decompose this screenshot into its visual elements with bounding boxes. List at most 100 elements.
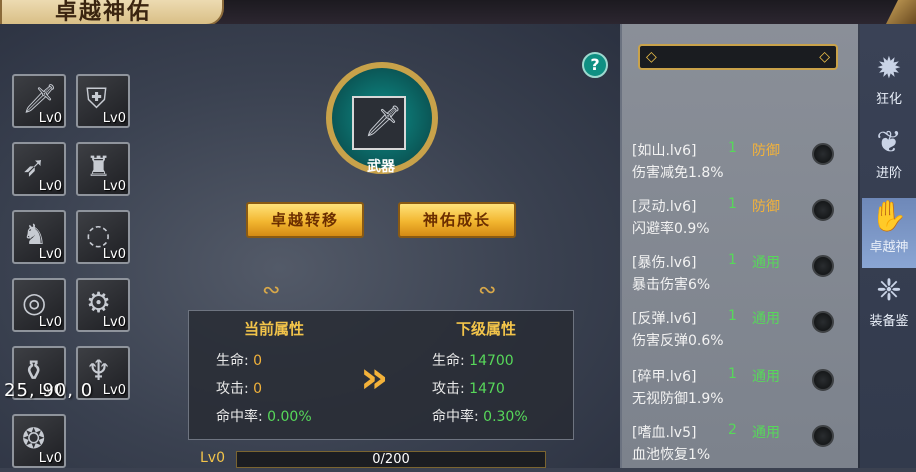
gem-slot-icon[interactable]	[812, 199, 834, 221]
current-attributes-title: 当前属性	[244, 320, 305, 338]
crest-icon: ❈	[876, 273, 902, 308]
swirl-icon: ∾	[478, 278, 497, 303]
equip-slot-armor[interactable]: ⛨ Lv0	[76, 74, 130, 128]
gem-slot-icon[interactable]	[812, 425, 834, 447]
item-count: 1	[728, 140, 737, 156]
attr-label: 生命:	[432, 353, 465, 369]
slot-level: Lv0	[102, 111, 126, 126]
item-tag: 通用	[752, 255, 780, 271]
item-tag: 通用	[752, 425, 780, 441]
page-title: 卓越神佑	[55, 0, 152, 25]
equip-slot-amulet[interactable]: ❂ Lv0	[12, 414, 66, 468]
slot-level: Lv0	[102, 247, 126, 262]
level-label: Lv0	[200, 450, 225, 466]
item-count: 1	[728, 252, 737, 268]
side-tab[interactable]: ❈ 装备鉴	[862, 272, 916, 342]
hand-icon: ✋	[870, 199, 908, 234]
next-attributes-title: 下级属性	[456, 320, 517, 338]
item-name: [暴伤.lv6]	[632, 255, 697, 271]
side-tab-label: 卓越神	[869, 240, 909, 255]
attr-row-next: 生命: 14700	[432, 350, 514, 370]
item-desc: 伤害减免1.8%	[632, 165, 724, 181]
growth-button[interactable]: 神佑成长	[398, 202, 516, 238]
attr-label: 攻击:	[432, 381, 465, 397]
side-tab[interactable]: ✹ 狂化	[862, 50, 916, 120]
attr-label: 攻击:	[216, 381, 249, 397]
emblem-label: 武器	[367, 159, 395, 175]
item-tag: 通用	[752, 369, 780, 385]
slot-level: Lv0	[102, 315, 126, 330]
list-item[interactable]: [暴伤.lv6] 1 通用暴击伤害6%	[632, 252, 852, 302]
side-tab-label: 进阶	[875, 166, 902, 181]
item-name: [如山.lv6]	[632, 143, 697, 159]
transfer-button[interactable]: 卓越转移	[246, 202, 364, 238]
item-desc: 伤害反弹0.6%	[632, 333, 724, 349]
attr-row-next: 命中率: 0.30%	[432, 406, 528, 426]
slot-level: Lv0	[102, 179, 126, 194]
side-tab-label: 狂化	[875, 92, 902, 107]
item-tag: 通用	[752, 311, 780, 327]
side-tab[interactable]: ❦ 进阶	[862, 124, 916, 194]
sword-icon: 🗡	[364, 104, 403, 139]
gem-slot-icon[interactable]	[812, 369, 834, 391]
item-name: [碎甲.lv6]	[632, 369, 697, 385]
diamond-icon: ◇	[646, 49, 657, 65]
slot-level: Lv0	[38, 111, 62, 126]
item-desc: 闪避率0.9%	[632, 221, 710, 237]
item-desc: 血池恢复1%	[632, 447, 711, 463]
slot-level: Lv0	[38, 247, 62, 262]
attr-row-next: 攻击: 1470	[432, 378, 505, 398]
item-count: 1	[728, 196, 737, 212]
item-name: [嗜血.lv5]	[632, 425, 697, 441]
list-header: ◇ ◇	[638, 44, 838, 70]
item-tag: 防御	[752, 143, 780, 159]
equip-slot-necklace[interactable]: ◌ Lv0	[76, 210, 130, 264]
item-name: [灵动.lv6]	[632, 199, 697, 215]
arrow-right-icon: »	[360, 352, 389, 403]
list-item[interactable]: [灵动.lv6] 1 防御闪避率0.9%	[632, 196, 852, 246]
attr-next: 1470	[469, 381, 505, 397]
progress-text: 0/200	[372, 452, 410, 467]
attr-current: 0	[253, 353, 263, 369]
gem-slot-icon[interactable]	[812, 143, 834, 165]
attr-row: 攻击: 0	[216, 378, 262, 398]
item-desc: 暴击伤害6%	[632, 277, 711, 293]
attr-label: 生命:	[216, 353, 249, 369]
equip-slot-ring[interactable]: ◎ Lv0	[12, 278, 66, 332]
list-item[interactable]: [嗜血.lv5] 2 通用血池恢复1%	[632, 422, 852, 472]
equip-slot-bracer[interactable]: ⚙ Lv0	[76, 278, 130, 332]
item-count: 1	[728, 366, 737, 382]
help-button[interactable]: ?	[582, 52, 608, 78]
item-desc: 无视防御1.9%	[632, 391, 724, 407]
attr-label: 命中率:	[216, 409, 263, 425]
attr-row: 生命: 0	[216, 350, 262, 370]
list-item[interactable]: [碎甲.lv6] 1 通用无视防御1.9%	[632, 366, 852, 416]
equip-slot-helmet[interactable]: ♞ Lv0	[12, 210, 66, 264]
item-count: 1	[728, 308, 737, 324]
slot-level: Lv0	[102, 383, 126, 398]
diamond-icon: ◇	[819, 49, 830, 65]
equip-slot-chest[interactable]: ♜ Lv0	[76, 142, 130, 196]
attr-label: 命中率:	[432, 409, 479, 425]
item-count: 2	[728, 422, 737, 438]
side-tab-label: 装备鉴	[869, 314, 909, 329]
wing-icon: ❦	[876, 125, 902, 160]
equip-slot-bow[interactable]: ➶ Lv0	[12, 142, 66, 196]
side-tab[interactable]: ✋ 卓越神	[862, 198, 916, 268]
emblem-slot[interactable]: 🗡	[352, 96, 406, 150]
attr-current: 0.00%	[267, 409, 312, 425]
item-tag: 防御	[752, 199, 780, 215]
item-name: [反弹.lv6]	[632, 311, 697, 327]
attr-next: 0.30%	[483, 409, 528, 425]
gem-slot-icon[interactable]	[812, 311, 834, 333]
equip-slot-weapon[interactable]: 🗡 Lv0	[12, 74, 66, 128]
slot-level: Lv0	[38, 451, 62, 466]
swirl-icon: ∾	[262, 278, 281, 303]
attr-current: 0	[253, 381, 263, 397]
progress-bar: 0/200	[236, 451, 546, 468]
list-item[interactable]: [如山.lv6] 1 防御伤害减免1.8%	[632, 140, 852, 190]
list-item[interactable]: [反弹.lv6] 1 通用伤害反弹0.6%	[632, 308, 852, 358]
attr-next: 14700	[469, 353, 514, 369]
gem-slot-icon[interactable]	[812, 255, 834, 277]
slot-level: Lv0	[38, 315, 62, 330]
